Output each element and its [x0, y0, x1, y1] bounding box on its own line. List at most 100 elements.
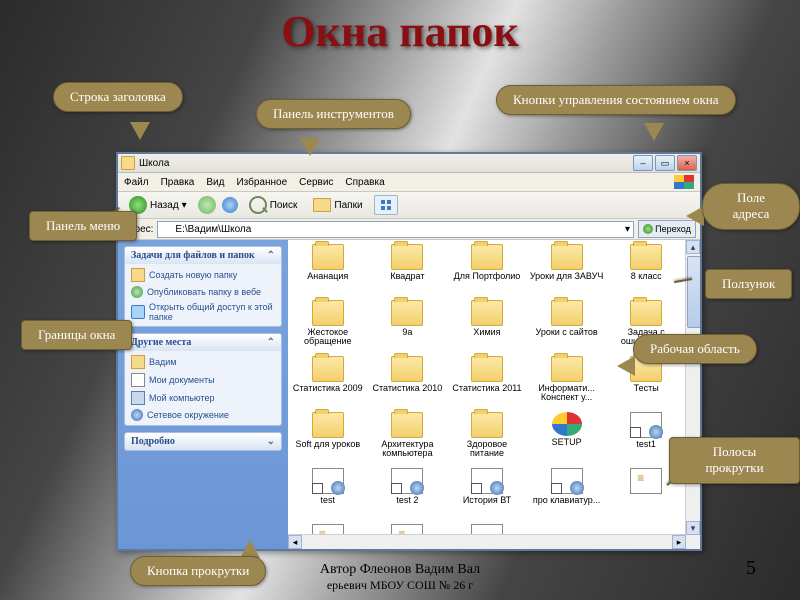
file-item[interactable]: Уроки для ЗАВУЧ: [529, 244, 605, 281]
address-bar: Адрес: E:\Вадим\Школа ▾ Переход: [118, 219, 700, 240]
minimize-button[interactable]: –: [633, 155, 653, 171]
file-item[interactable]: Уроки с сайтов: [529, 300, 605, 337]
views-button[interactable]: [374, 195, 398, 215]
share-icon: [131, 305, 145, 319]
forward-button[interactable]: [198, 196, 216, 214]
sidebar-task[interactable]: Открыть общий доступ к этой папке: [131, 302, 275, 322]
file-name: Уроки для ЗАВУЧ: [529, 272, 605, 281]
file-name: Soft для уроков: [290, 440, 366, 449]
sidebar-place[interactable]: Сетевое окружение: [131, 409, 275, 421]
file-item[interactable]: Ананация: [290, 244, 366, 281]
file-name: Квадрат: [369, 272, 445, 281]
file-item[interactable]: Статистика 2009: [290, 356, 366, 393]
vertical-scrollbar[interactable]: ▴ ▾: [685, 240, 700, 535]
file-item[interactable]: Химия: [449, 300, 525, 337]
file-name: test 2: [369, 496, 445, 505]
panel-tasks: Задачи для файлов и папок ⌃ Создать нову…: [124, 246, 282, 327]
file-item[interactable]: Жестокое обращение: [290, 300, 366, 347]
content-area[interactable]: АнанацияКвадрат Для Портфолио Уроки для ЗА…: [288, 240, 700, 549]
sidebar-place[interactable]: Мои документы: [131, 373, 275, 387]
file-name: Для Портфолио: [449, 272, 525, 281]
file-item[interactable]: про клавиатур...: [529, 468, 605, 505]
file-name: Архитектура компьютера: [369, 440, 445, 459]
file-item[interactable]: test: [290, 468, 366, 505]
file-item[interactable]: Квадрат: [369, 244, 445, 281]
folder-icon: [471, 244, 503, 270]
file-item[interactable]: Для Портфолио: [449, 244, 525, 281]
file-item[interactable]: 9а: [369, 300, 445, 337]
tail-workarea: [617, 356, 635, 376]
scroll-thumb[interactable]: [687, 256, 700, 328]
file-name: про клавиатур...: [529, 496, 605, 505]
close-button[interactable]: ×: [677, 155, 697, 171]
dropdown-icon[interactable]: ▾: [625, 224, 630, 235]
panel-places-header[interactable]: Другие места ⌃: [125, 334, 281, 351]
menu-tools[interactable]: Сервис: [299, 177, 333, 188]
horizontal-scrollbar[interactable]: ◂ ▸: [288, 534, 686, 549]
fld-icon: [131, 355, 145, 369]
search-icon: [249, 196, 267, 214]
folders-button[interactable]: Папки: [308, 196, 367, 214]
menubar: Файл Правка Вид Избранное Сервис Справка: [118, 173, 700, 192]
label-scrollbars: Полосы прокрутки: [669, 437, 800, 484]
label-workarea: Рабочая область: [633, 334, 757, 364]
chevron-up-icon: ⌃: [267, 337, 275, 348]
doc-icon: [131, 373, 145, 387]
file-item[interactable]: Информати... Конспект у...: [529, 356, 605, 403]
scroll-down-button[interactable]: ▾: [686, 521, 700, 535]
titlebar[interactable]: Школа – ▭ ×: [118, 154, 700, 173]
panel-details-header[interactable]: Подробно ⌄: [125, 433, 281, 450]
chevron-up-icon: ⌃: [267, 250, 275, 261]
maximize-button[interactable]: ▭: [655, 155, 675, 171]
menu-favorites[interactable]: Избранное: [236, 177, 287, 188]
folder-icon: [630, 300, 662, 326]
sidebar-task[interactable]: Опубликовать папку в вебе: [131, 286, 275, 298]
file-item[interactable]: Статистика 2011: [449, 356, 525, 393]
file-grid: АнанацияКвадрат Для Портфолио Уроки для ЗА…: [288, 240, 686, 535]
file-item[interactable]: test 2: [369, 468, 445, 505]
shortcut-icon: [391, 468, 423, 494]
new-icon: [131, 268, 145, 282]
file-item[interactable]: Статистика 2010: [369, 356, 445, 393]
search-button[interactable]: Поиск: [244, 194, 303, 216]
file-name: Жестокое обращение: [290, 328, 366, 347]
scroll-left-button[interactable]: ◂: [288, 535, 302, 549]
tmpl-icon: [630, 468, 662, 494]
file-name: Статистика 2010: [369, 384, 445, 393]
folders-icon: [313, 198, 331, 212]
windows-flag-icon: [674, 175, 694, 189]
shortcut-icon: [471, 468, 503, 494]
up-button[interactable]: [222, 197, 238, 213]
sidebar-place[interactable]: Мой компьютер: [131, 391, 275, 405]
file-name: SETUP: [529, 438, 605, 447]
menu-help[interactable]: Справка: [345, 177, 384, 188]
file-item[interactable]: Soft для уроков: [290, 412, 366, 449]
menu-file[interactable]: Файл: [124, 177, 149, 188]
label-slider: Ползунок: [705, 269, 792, 299]
explorer-window: Школа – ▭ × Файл Правка Вид Избранное Се…: [116, 152, 702, 551]
file-name: Ананация: [290, 272, 366, 281]
comp-icon: [131, 391, 145, 405]
folder-icon: [391, 244, 423, 270]
window-body: Задачи для файлов и папок ⌃ Создать нову…: [118, 240, 700, 549]
file-item[interactable]: SETUP: [529, 412, 605, 447]
folder-icon: [312, 356, 344, 382]
scroll-right-button[interactable]: ▸: [672, 535, 686, 549]
folder-icon: [312, 244, 344, 270]
folder-icon: [551, 356, 583, 382]
file-name: Информати... Конспект у...: [529, 384, 605, 403]
menu-view[interactable]: Вид: [206, 177, 224, 188]
address-field[interactable]: E:\Вадим\Школа ▾: [157, 221, 634, 238]
file-item[interactable]: 8 класс: [608, 244, 684, 281]
panel-tasks-header[interactable]: Задачи для файлов и папок ⌃: [125, 247, 281, 264]
menu-edit[interactable]: Правка: [161, 177, 195, 188]
back-label: Назад: [150, 200, 179, 211]
shortcut-icon: [312, 468, 344, 494]
file-item[interactable]: История ВТ: [449, 468, 525, 505]
scroll-up-button[interactable]: ▴: [686, 240, 700, 254]
sidebar-place[interactable]: Вадим: [131, 355, 275, 369]
file-item[interactable]: Здоровое питание: [449, 412, 525, 459]
file-item[interactable]: Архитектура компьютера: [369, 412, 445, 459]
author-line: Автор Флеонов Вадим Вал ерьевич МБОУ СОШ…: [0, 562, 800, 594]
sidebar-task[interactable]: Создать новую папку: [131, 268, 275, 282]
